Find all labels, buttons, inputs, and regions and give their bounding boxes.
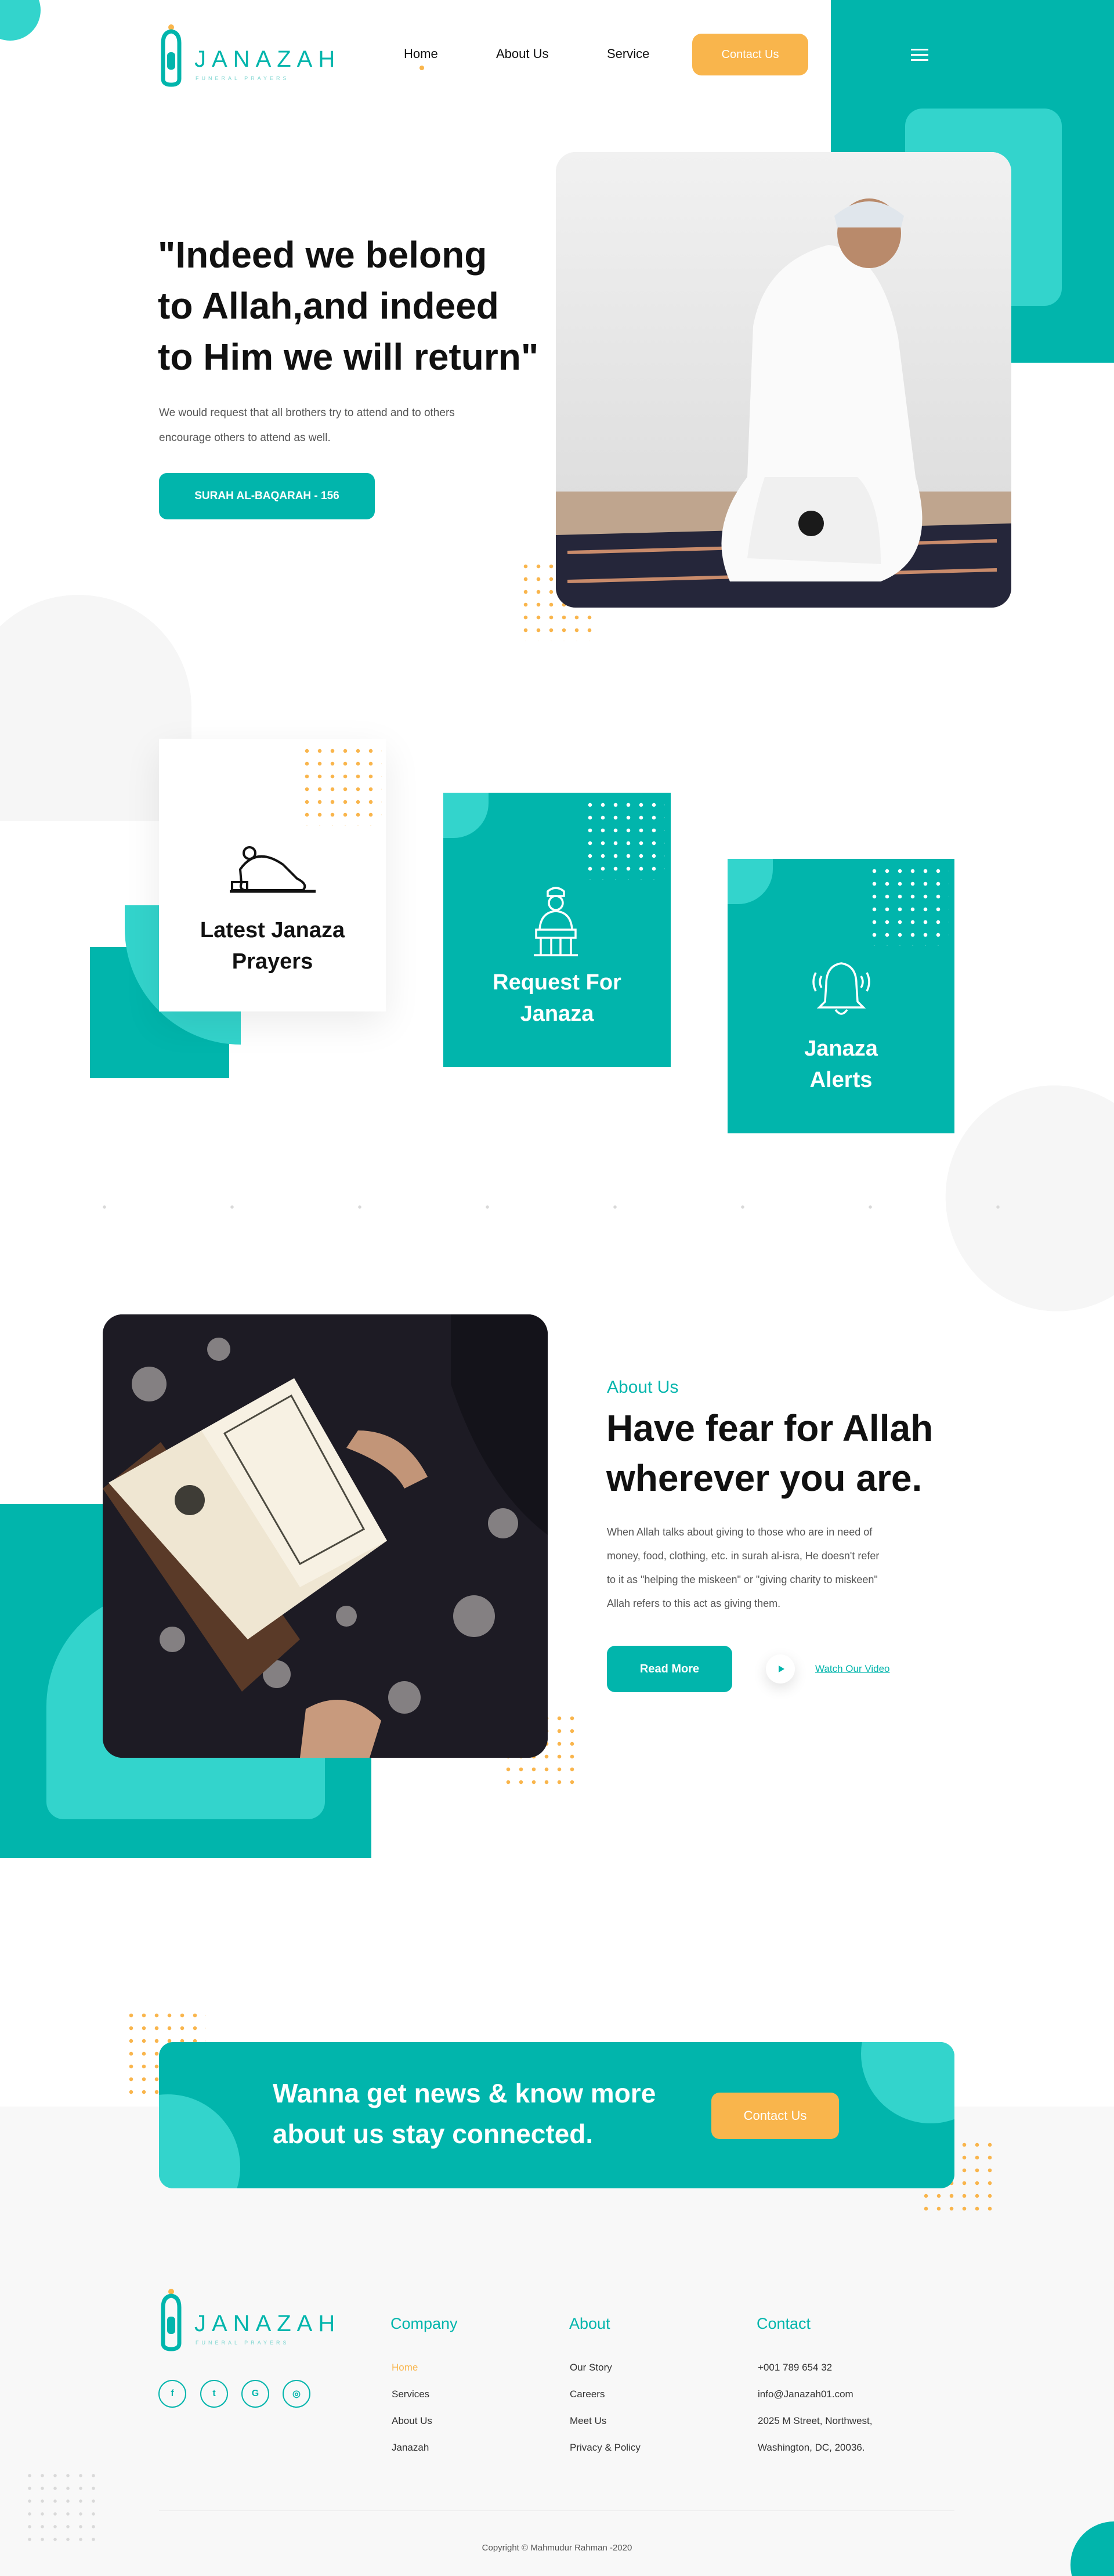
about-title-line: wherever you are. bbox=[606, 1457, 923, 1499]
service-card-title-line: Alerts bbox=[809, 1068, 873, 1092]
play-icon bbox=[778, 1665, 784, 1672]
hero-title-line: to Him we will return" bbox=[158, 336, 539, 378]
footer-contact-title: Contact bbox=[757, 2315, 811, 2332]
about-text-line: to it as "helping the miskeen" or "givin… bbox=[607, 1574, 878, 1585]
watch-video-link[interactable]: Watch Our Video bbox=[815, 1663, 890, 1675]
service-card-title: Janaza Alerts bbox=[728, 1033, 954, 1096]
about-text-line: When Allah talks about giving to those w… bbox=[607, 1526, 873, 1538]
service-card-janaza-alerts[interactable]: Janaza Alerts bbox=[728, 859, 954, 1133]
about-title-line: Have fear for Allah bbox=[606, 1407, 934, 1449]
about-text-line: Allah refers to this act as giving them. bbox=[607, 1598, 781, 1609]
footer-link-services[interactable]: Services bbox=[392, 2389, 429, 2400]
hero-title-line: to Allah,and indeed bbox=[158, 285, 499, 327]
lantern-logo-icon bbox=[161, 24, 182, 87]
newsletter-text: Wanna get news & know more about us stay… bbox=[273, 2073, 690, 2154]
hero-description-line: We would request that all brothers try t… bbox=[159, 407, 455, 419]
play-video-button[interactable] bbox=[766, 1654, 795, 1683]
about-title: Have fear for Allah wherever you are. bbox=[606, 1403, 1024, 1503]
footer-link-home[interactable]: Home bbox=[392, 2362, 418, 2373]
dot-pattern bbox=[23, 2469, 102, 2548]
logo[interactable]: JANAZAH FUNERAL PRAYERS bbox=[158, 23, 335, 87]
read-more-button[interactable]: Read More bbox=[607, 1646, 732, 1692]
card-corner-shape bbox=[728, 859, 773, 904]
newsletter-text-line: Wanna get news & know more bbox=[273, 2078, 656, 2108]
footer-divider bbox=[159, 2510, 954, 2511]
footer-contact-phone: +001 789 654 32 bbox=[758, 2362, 833, 2373]
service-card-title-line: Janaza bbox=[520, 1002, 594, 1026]
newsletter-text-line: about us stay connected. bbox=[273, 2119, 594, 2149]
hero-surah-button[interactable]: SURAH AL-BAQARAH - 156 bbox=[159, 473, 375, 519]
service-card-title-line: Prayers bbox=[232, 949, 313, 974]
hero-description: We would request that all brothers try t… bbox=[159, 400, 530, 450]
hero-title: "Indeed we belong to Allah,and indeed to… bbox=[158, 229, 564, 382]
service-card-request-janaza[interactable]: Request For Janaza bbox=[443, 793, 671, 1067]
logo-text: JANAZAH bbox=[194, 46, 341, 72]
card-corner-shape bbox=[443, 793, 489, 838]
logo-subtitle: FUNERAL PRAYERS bbox=[196, 75, 290, 81]
instagram-icon[interactable]: ◎ bbox=[283, 2380, 310, 2408]
footer-link-janazah[interactable]: Janazah bbox=[392, 2442, 429, 2454]
footer-link-our-story[interactable]: Our Story bbox=[570, 2362, 612, 2373]
footer-contact-address: 2025 M Street, Northwest, bbox=[758, 2415, 873, 2426]
lantern-logo-icon bbox=[161, 2289, 182, 2351]
newsletter-contact-button[interactable]: Contact Us bbox=[711, 2093, 839, 2139]
service-card-title: Latest Janaza Prayers bbox=[159, 915, 386, 977]
hero-title-line: "Indeed we belong bbox=[158, 234, 487, 276]
footer-contact-email: info@Janazah01.com bbox=[758, 2389, 853, 2400]
hero-description-line: encourage others to attend as well. bbox=[159, 432, 331, 444]
service-card-title: Request For Janaza bbox=[443, 967, 671, 1029]
header-contact-button[interactable]: Contact Us bbox=[692, 34, 808, 75]
nav-home[interactable]: Home bbox=[404, 46, 438, 62]
dot-pattern bbox=[868, 865, 949, 946]
about-text-line: money, food, clothing, etc. in surah al-… bbox=[607, 1550, 880, 1562]
nav-active-indicator bbox=[419, 66, 424, 70]
dot-row bbox=[41, 1201, 1073, 1213]
dot-pattern bbox=[584, 799, 665, 880]
newsletter-banner: Wanna get news & know more about us stay… bbox=[159, 2042, 954, 2188]
footer-about-title: About bbox=[569, 2315, 610, 2332]
facebook-icon[interactable]: f bbox=[158, 2380, 186, 2408]
service-card-title-line: Request For bbox=[493, 970, 621, 995]
twitter-icon[interactable]: t bbox=[200, 2380, 228, 2408]
service-card-latest-prayers[interactable]: Latest Janaza Prayers bbox=[159, 739, 386, 1011]
logo-subtitle: FUNERAL PRAYERS bbox=[196, 2340, 290, 2346]
prayer-prostration-icon bbox=[230, 846, 316, 893]
footer-contact-city: Washington, DC, 20036. bbox=[758, 2442, 865, 2453]
about-label: About Us bbox=[607, 1378, 679, 1397]
footer-link-careers[interactable]: Careers bbox=[570, 2389, 605, 2400]
footer-copyright: Copyright © Mahmudur Rahman -2020 bbox=[482, 2543, 632, 2553]
hamburger-menu-icon[interactable] bbox=[911, 49, 928, 62]
imam-podium-icon bbox=[534, 887, 578, 956]
footer-link-about-us[interactable]: About Us bbox=[392, 2415, 432, 2427]
service-card-title-line: Janaza bbox=[804, 1036, 878, 1061]
dot-pattern bbox=[301, 745, 382, 826]
nav-about-us[interactable]: About Us bbox=[496, 46, 549, 62]
footer-link-privacy-policy[interactable]: Privacy & Policy bbox=[570, 2442, 641, 2454]
footer-company-title: Company bbox=[390, 2315, 458, 2332]
about-image-quran-reading bbox=[103, 1314, 548, 1758]
banner-shape-right bbox=[861, 2042, 954, 2123]
corner-circle-top-left bbox=[0, 0, 41, 41]
logo-text: JANAZAH bbox=[194, 2311, 341, 2336]
about-text: When Allah talks about giving to those w… bbox=[607, 1520, 978, 1616]
footer-logo[interactable]: JANAZAH FUNERAL PRAYERS bbox=[158, 2288, 335, 2351]
service-card-title-line: Latest Janaza bbox=[200, 918, 345, 942]
banner-shape-left bbox=[159, 2094, 240, 2188]
bell-alert-icon bbox=[812, 962, 870, 1015]
nav-service[interactable]: Service bbox=[607, 46, 649, 62]
hero-image-praying-man bbox=[556, 152, 1011, 608]
footer-link-meet-us[interactable]: Meet Us bbox=[570, 2415, 606, 2427]
google-icon[interactable]: G bbox=[241, 2380, 269, 2408]
